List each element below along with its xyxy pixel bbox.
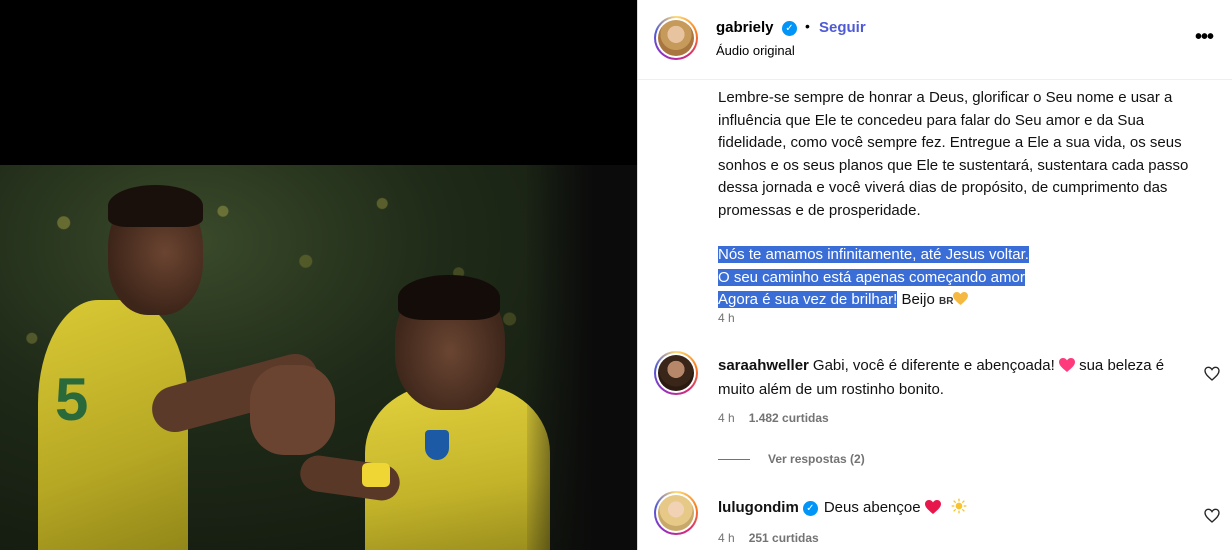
brazil-flag-icon: BR <box>938 296 954 307</box>
post-side-panel: gabriely ✓ • Seguir Áudio original ••• L… <box>637 0 1232 550</box>
comment-text: lulugondim ✓ Deus abençoe <box>718 497 1173 521</box>
more-options-icon[interactable]: ••• <box>1195 26 1214 49</box>
wristband <box>362 463 390 487</box>
verified-badge-icon: ✓ <box>802 501 818 516</box>
sun-emoji-icon <box>951 498 967 521</box>
yellow-heart-icon <box>953 290 969 305</box>
post-time: 4 h <box>718 311 735 325</box>
view-replies-button[interactable]: Ver respostas (2) <box>718 452 865 466</box>
caption-highlight-line-2: O seu caminho está apenas começando amor <box>718 268 1025 286</box>
view-replies-label[interactable]: Ver respostas (2) <box>768 452 865 466</box>
comment-like-heart-icon[interactable] <box>1204 508 1220 524</box>
comment-likes[interactable]: 1.482 curtidas <box>749 411 829 425</box>
player-left-hair <box>108 185 203 227</box>
verified-badge-icon: ✓ <box>782 21 797 36</box>
caption-highlight-line-1: Nós te amamos infinitamente, até Jesus v… <box>718 246 1029 263</box>
caption-highlight-line-3: Agora é sua vez de brilhar! <box>718 291 898 308</box>
comment-text-part-1: Gabi, você é diferente e abençoada! <box>812 357 1059 374</box>
heart-emoji-icon <box>924 499 941 521</box>
cbf-badge <box>425 430 449 460</box>
post-caption: Lembre-se sempre de honrar a Deus, glori… <box>718 87 1198 314</box>
separator-dot: • <box>805 18 810 34</box>
caption-tail: Beijo <box>897 291 939 308</box>
post-photo[interactable]: 5 <box>0 165 637 550</box>
player-right-hair <box>398 275 500 320</box>
author-username[interactable]: gabriely <box>716 19 774 36</box>
caption-paragraph: Lembre-se sempre de honrar a Deus, glori… <box>718 89 1189 219</box>
caption-highlighted-block: Nós te amamos infinitamente, até Jesus v… <box>718 244 1198 314</box>
post-header: gabriely ✓ • Seguir Áudio original ••• <box>638 0 1232 80</box>
comment-avatar[interactable] <box>654 491 698 535</box>
background-figure <box>527 165 637 550</box>
player-left-number: 5 <box>55 366 89 433</box>
audio-link[interactable]: Áudio original <box>716 43 795 58</box>
comment-username[interactable]: lulugondim <box>718 499 799 516</box>
post-media[interactable]: 5 <box>0 0 637 550</box>
comment-meta: 4 h 1.482 curtidas <box>718 411 829 425</box>
comment-username[interactable]: saraahweller <box>718 357 809 374</box>
comment-meta: 4 h 251 curtidas <box>718 531 819 545</box>
replies-divider <box>718 459 750 461</box>
author-avatar[interactable] <box>654 16 698 60</box>
comment-avatar[interactable] <box>654 351 698 395</box>
heart-emoji-icon <box>1058 357 1075 379</box>
comment-like-heart-icon[interactable] <box>1204 366 1220 382</box>
comment-time: 4 h <box>718 411 735 425</box>
comment-likes[interactable]: 251 curtidas <box>749 531 819 545</box>
comment-time: 4 h <box>718 531 735 545</box>
comment-text: Deus abençoe <box>823 499 925 516</box>
hands-clasp <box>250 365 335 455</box>
comment-text: saraahweller Gabi, você é diferente e abe… <box>718 355 1173 401</box>
follow-button[interactable]: Seguir <box>819 19 866 36</box>
